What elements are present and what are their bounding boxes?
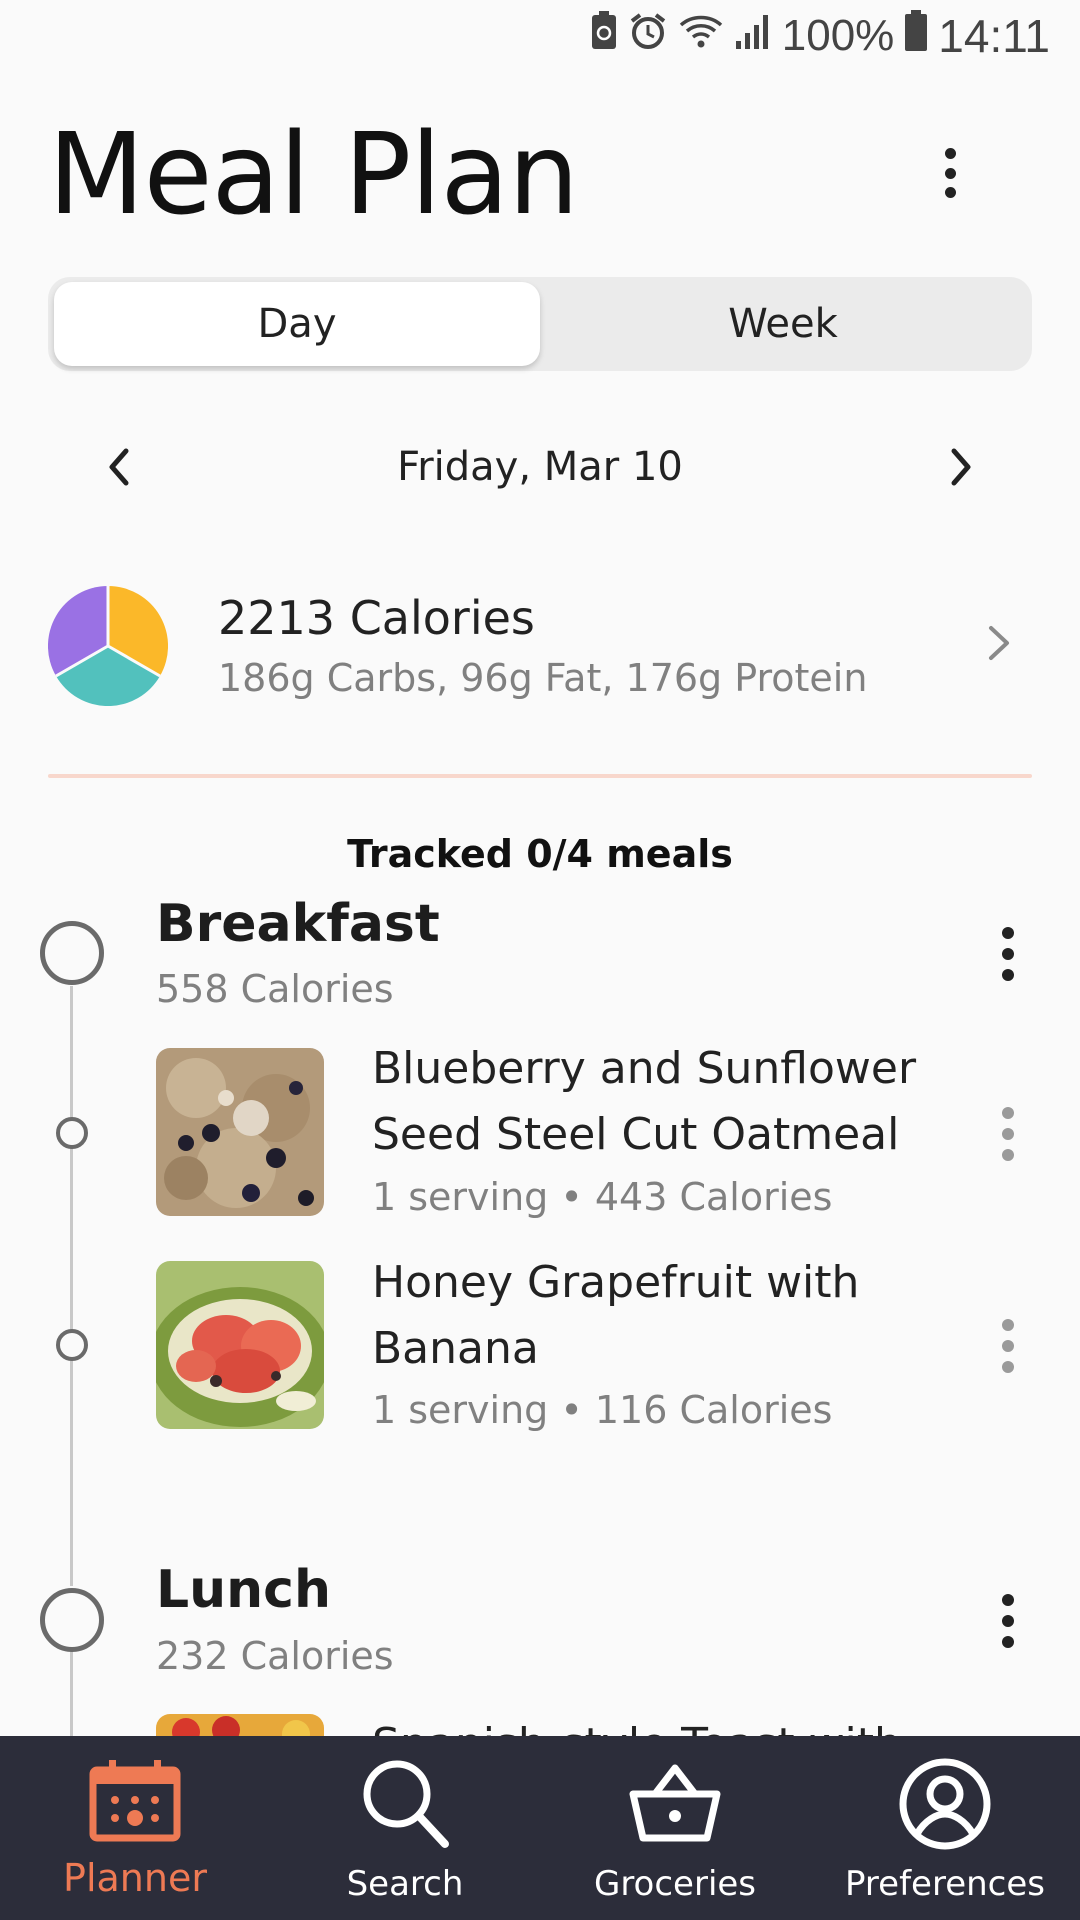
food-track-toggle[interactable] [56, 1117, 88, 1149]
lunch-track-toggle[interactable] [40, 1588, 104, 1652]
nav-planner[interactable]: Planner [0, 1736, 270, 1920]
food-name[interactable]: Spanish-style Toast with [372, 1712, 932, 1736]
food-menu-button[interactable] [993, 1319, 1023, 1373]
nutrition-summary[interactable]: 2213 Calories 186g Carbs, 96g Fat, 176g … [0, 580, 1080, 710]
food-serving-info: 1 serving • 116 Calories [372, 1388, 833, 1432]
lunch-menu-button[interactable] [993, 1594, 1023, 1648]
nav-search-label: Search [346, 1864, 464, 1904]
tab-week[interactable]: Week [540, 282, 1026, 366]
battery-percent: 100% [781, 11, 895, 60]
toast-image[interactable] [156, 1714, 324, 1736]
chevron-right-icon [951, 448, 971, 486]
recycle-icon [590, 11, 618, 61]
breakfast-menu-button[interactable] [993, 927, 1023, 981]
more-vert-icon[interactable] [945, 148, 956, 198]
next-day-button[interactable] [934, 440, 988, 494]
user-circle-icon [899, 1758, 991, 1850]
grapefruit-image[interactable] [156, 1261, 324, 1429]
day-week-toggle: Day Week [48, 277, 1032, 371]
nav-planner-label: Planner [63, 1856, 207, 1900]
food-name[interactable]: Honey Grapefruit with Banana [372, 1250, 932, 1382]
nav-groceries[interactable]: Groceries [540, 1736, 810, 1920]
alarm-icon [628, 11, 668, 61]
search-icon [363, 1760, 449, 1848]
timeline-line [70, 1650, 73, 1740]
nav-groceries-label: Groceries [593, 1864, 757, 1904]
food-name[interactable]: Blueberry and Sunflower Seed Steel Cut O… [372, 1036, 932, 1168]
timeline-line [70, 986, 73, 1586]
battery-icon [904, 10, 928, 62]
page-title: Meal Plan [48, 110, 579, 240]
meal-title-breakfast: Breakfast [156, 894, 440, 954]
meal-title-lunch: Lunch [156, 1560, 332, 1620]
food-serving-info: 1 serving • 443 Calories [372, 1175, 833, 1219]
nav-preferences[interactable]: Preferences [810, 1736, 1080, 1920]
basket-icon [629, 1764, 721, 1842]
divider [48, 774, 1032, 778]
date-navigator: Friday, Mar 10 [0, 432, 1080, 502]
nav-search[interactable]: Search [270, 1736, 540, 1920]
chevron-right-icon [989, 626, 1009, 660]
current-date: Friday, Mar 10 [397, 444, 683, 490]
signal-icon [734, 11, 772, 61]
meal-calories-lunch: 232 Calories [156, 1634, 394, 1678]
status-bar: 100% 14:11 [0, 0, 1080, 72]
macro-pie-chart [48, 586, 168, 706]
calendar-icon [89, 1760, 181, 1842]
tracked-meals-label: Tracked 0/4 meals [347, 832, 733, 876]
tab-day[interactable]: Day [54, 282, 540, 366]
oatmeal-image[interactable] [156, 1048, 324, 1216]
food-track-toggle[interactable] [56, 1329, 88, 1361]
nav-preferences-label: Preferences [845, 1864, 1045, 1904]
macros-summary: 186g Carbs, 96g Fat, 176g Protein [218, 656, 868, 700]
wifi-icon [678, 11, 724, 61]
meal-calories-breakfast: 558 Calories [156, 967, 394, 1011]
breakfast-track-toggle[interactable] [40, 921, 104, 985]
total-calories: 2213 Calories [218, 591, 535, 645]
clock: 14:11 [938, 10, 1050, 62]
food-menu-button[interactable] [993, 1107, 1023, 1161]
bottom-navigation: Planner Search Groceries Preferences [0, 1736, 1080, 1920]
